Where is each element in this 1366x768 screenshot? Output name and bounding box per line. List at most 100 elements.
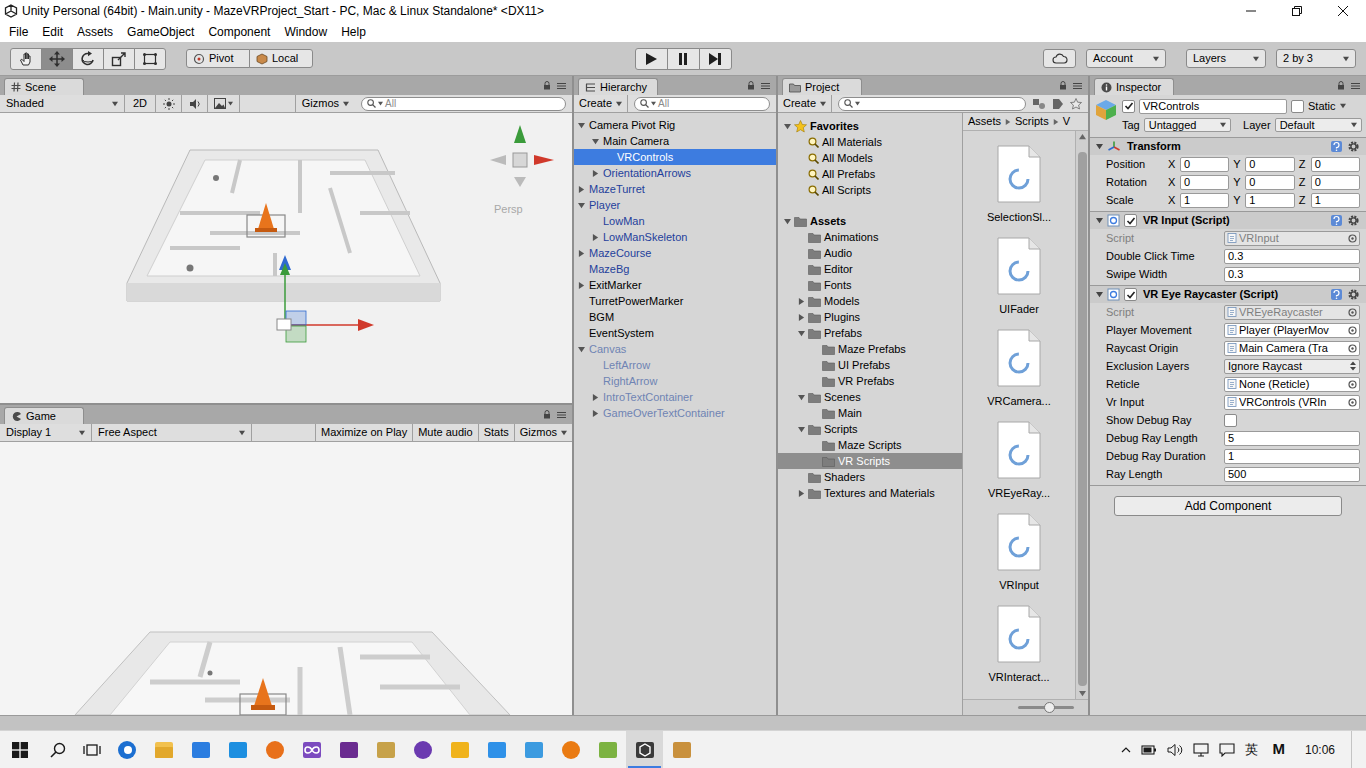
number-field[interactable]: 0 <box>1311 157 1360 172</box>
tool-button[interactable] <box>72 48 104 70</box>
number-field[interactable]: 1 <box>1224 449 1360 464</box>
breadcrumb-item[interactable]: V <box>1063 113 1070 130</box>
gear-icon[interactable] <box>1347 140 1360 153</box>
project-tree-item[interactable]: UI Prefabs <box>778 357 962 373</box>
number-field[interactable]: 500 <box>1224 467 1360 482</box>
active-checkbox[interactable] <box>1122 100 1135 113</box>
object-field[interactable]: Player (PlayerMov <box>1224 323 1360 338</box>
ime-mode-indicator[interactable]: M <box>1268 738 1289 761</box>
project-tree-item[interactable]: Fonts <box>778 277 962 293</box>
taskbar-app[interactable] <box>589 731 626 768</box>
dropdown-arrow-icon[interactable] <box>561 430 567 436</box>
number-field[interactable]: 1 <box>1311 193 1360 208</box>
hierarchy-item[interactable]: RightArrow <box>574 373 776 389</box>
lock-icon[interactable] <box>1337 81 1345 90</box>
clock[interactable]: 10:06 <box>1299 741 1341 759</box>
expand-arrow-icon[interactable] <box>578 282 585 289</box>
show-hidden-icons-icon[interactable] <box>1121 746 1131 754</box>
hierarchy-item[interactable]: LowManSkeleton <box>574 229 776 245</box>
dropdown-arrow-icon[interactable] <box>239 430 245 436</box>
hierarchy-item[interactable]: MazeCourse <box>574 245 776 261</box>
game-tab[interactable]: Game <box>4 407 84 424</box>
object-picker-icon[interactable] <box>1348 326 1357 335</box>
dropdown-arrow-icon[interactable] <box>1253 56 1259 62</box>
field-checkbox[interactable] <box>1224 414 1237 427</box>
help-icon[interactable] <box>1330 140 1343 153</box>
hierarchy-item[interactable]: Camera Pivot Rig <box>574 117 776 133</box>
scene-gizmos-dropdown[interactable]: Gizmos <box>295 95 355 112</box>
expand-arrow-icon[interactable] <box>578 250 585 257</box>
account-dropdown[interactable]: Account <box>1086 49 1166 68</box>
component-enabled-checkbox[interactable] <box>1124 214 1137 227</box>
asset-item[interactable]: SelectionSl... <box>987 145 1051 237</box>
close-button[interactable] <box>1320 0 1366 22</box>
taskbar-app[interactable] <box>219 731 256 768</box>
scene-view[interactable]: Persp <box>0 113 572 403</box>
game-gizmos-dropdown[interactable]: Gizmos <box>514 424 572 441</box>
number-field[interactable]: 1 <box>1245 193 1294 208</box>
hierarchy-item[interactable]: Main Camera <box>574 133 776 149</box>
expand-arrow-icon[interactable] <box>798 314 805 321</box>
local-button[interactable]: Local <box>249 49 313 68</box>
panel-menu-icon[interactable] <box>557 411 566 419</box>
object-name-field[interactable]: VRControls <box>1139 99 1287 114</box>
breadcrumb-item[interactable]: Scripts <box>1015 113 1049 130</box>
panel-menu-icon[interactable] <box>1351 82 1360 90</box>
taskbar-app[interactable] <box>108 731 145 768</box>
collapse-arrow-icon[interactable] <box>784 123 791 130</box>
layout-dropdown[interactable]: 2 by 3 <box>1276 49 1356 68</box>
collapse-arrow-icon[interactable] <box>798 426 805 433</box>
gear-icon[interactable] <box>1347 288 1360 301</box>
notification-icon[interactable] <box>1219 743 1235 757</box>
lock-icon[interactable] <box>747 81 755 90</box>
taskbar-app[interactable] <box>552 731 589 768</box>
lock-icon[interactable] <box>543 81 551 90</box>
component-fold-icon[interactable] <box>1096 217 1103 224</box>
object-field[interactable]: Main Camera (Tra <box>1224 341 1360 356</box>
gear-icon[interactable] <box>1347 214 1360 227</box>
project-tree-item[interactable]: Models <box>778 293 962 309</box>
component-header[interactable]: VR Input (Script) <box>1090 211 1366 229</box>
number-field[interactable]: 0.3 <box>1224 267 1360 282</box>
expand-arrow-icon[interactable] <box>592 410 599 417</box>
taskbar-app[interactable] <box>478 731 515 768</box>
menu-item[interactable]: Component <box>201 23 277 41</box>
scroll-down-icon[interactable] <box>1079 690 1086 697</box>
hierarchy-item[interactable]: VRControls <box>574 149 776 165</box>
project-create-dropdown[interactable]: Create <box>778 95 832 112</box>
dropdown-arrow-icon[interactable] <box>1351 122 1357 128</box>
hierarchy-item[interactable]: TurretPowerMarker <box>574 293 776 309</box>
icon-size-slider[interactable] <box>1018 706 1074 709</box>
collapse-arrow-icon[interactable] <box>784 218 791 225</box>
projection-label[interactable]: Persp <box>494 201 523 218</box>
project-tree-item[interactable]: VR Prefabs <box>778 373 962 389</box>
dropdown-arrow-icon[interactable] <box>1220 122 1226 128</box>
project-tree-item[interactable]: Assets <box>778 213 962 229</box>
breadcrumb-item[interactable]: Assets <box>968 113 1001 130</box>
collapse-arrow-icon[interactable] <box>578 122 585 129</box>
dropdown-arrow-icon[interactable] <box>616 101 622 107</box>
axis-gizmo[interactable] <box>490 125 554 187</box>
taskbar-app[interactable] <box>441 731 478 768</box>
add-component-button[interactable]: Add Component <box>1114 496 1342 516</box>
taskbar-app[interactable] <box>663 731 700 768</box>
dropdown-arrow-icon[interactable] <box>820 101 826 107</box>
scene-search[interactable]: All <box>361 97 566 111</box>
taskbar-app[interactable] <box>145 731 182 768</box>
object-field[interactable]: VRControls (VRIn <box>1224 395 1360 410</box>
game-view-toggle[interactable]: Maximize on Play <box>315 424 412 441</box>
collapse-arrow-icon[interactable] <box>798 394 805 401</box>
dropdown-arrow-icon[interactable] <box>1153 56 1159 62</box>
expand-arrow-icon[interactable] <box>592 234 599 241</box>
enum-field[interactable]: Ignore Raycast <box>1224 359 1360 374</box>
project-tree-item[interactable]: Animations <box>778 229 962 245</box>
taskbar-app[interactable] <box>626 731 663 768</box>
favorite-star-icon[interactable] <box>1070 98 1082 110</box>
shading-dropdown[interactable]: Shaded <box>0 95 125 112</box>
dropdown-arrow-icon[interactable] <box>228 101 233 106</box>
game-view[interactable] <box>0 442 572 715</box>
hierarchy-item[interactable]: MazeBg <box>574 261 776 277</box>
game-view-toggle[interactable]: Stats <box>478 424 514 441</box>
expand-arrow-icon[interactable] <box>592 170 599 177</box>
lock-icon[interactable] <box>1059 81 1067 90</box>
